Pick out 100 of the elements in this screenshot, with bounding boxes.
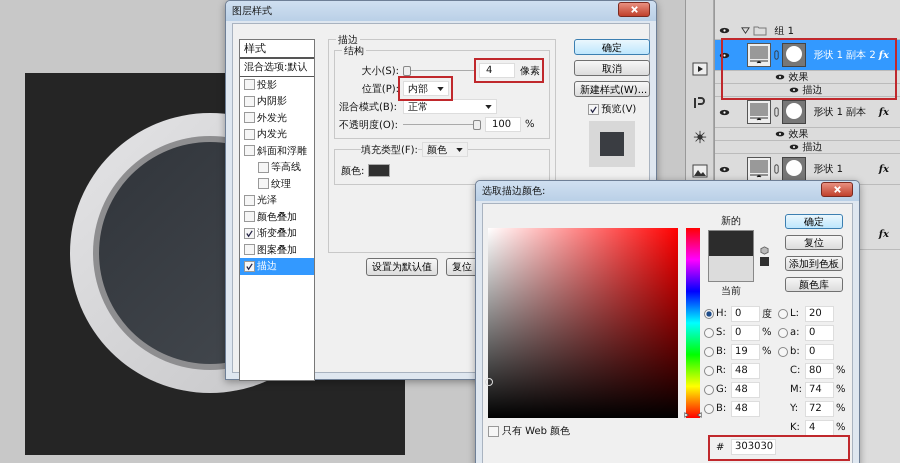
eye-icon[interactable] [719,27,730,34]
color-swatch[interactable] [760,257,769,266]
size-field[interactable]: 4 [479,63,515,78]
close-button[interactable] [821,182,853,196]
dialog-button[interactable]: 复位 [446,258,478,276]
value-field[interactable]: 0 [731,324,760,340]
checkbox[interactable] [244,79,255,90]
checkbox[interactable] [258,178,269,190]
value-field[interactable]: 0 [805,344,834,360]
dialog-button[interactable]: 颜色库 [785,277,843,292]
effects-badge[interactable]: fx [878,164,889,174]
eye-icon[interactable] [719,166,730,172]
eye-icon[interactable] [789,144,800,150]
close-button[interactable] [618,2,650,16]
checkbox[interactable] [244,194,255,206]
checkbox[interactable] [244,112,255,124]
value-field[interactable]: 72 [805,400,834,416]
effects-badge[interactable]: fx [878,106,889,118]
value-field[interactable]: 80 [805,362,834,378]
checkbox[interactable] [244,211,255,222]
style-item[interactable]: 投影 [240,76,314,93]
eye-icon[interactable] [775,74,786,80]
slider-thumb[interactable] [403,66,411,76]
checkbox[interactable] [244,128,255,140]
color-field[interactable] [488,228,678,418]
style-item[interactable]: 纹理 [240,176,314,192]
checkbox[interactable] [244,244,255,256]
group-name[interactable]: 组 1 [774,24,794,38]
field-label: 位置(P): [360,82,399,96]
style-item[interactable]: 样式 [240,40,314,59]
radio-button[interactable] [704,384,714,394]
checkbox[interactable] [244,96,255,107]
dialog-button[interactable]: 取消 [574,60,650,76]
style-item[interactable]: 混合选项:默认 [240,59,314,76]
value-field[interactable]: 19 [731,344,760,360]
value-field[interactable]: 0 [731,306,760,322]
sun-icon[interactable] [692,130,708,144]
radio-button[interactable] [704,366,714,376]
dialog-button[interactable]: 确定 [785,214,843,229]
radio-button[interactable] [704,308,714,318]
opacity-field[interactable]: 100 [485,117,521,132]
dialog-button[interactable]: 设置为默认值 [366,258,438,276]
dialog-button[interactable]: 复位 [785,235,843,250]
value-field[interactable]: 4 [805,420,834,436]
radio-button[interactable] [704,328,714,338]
field-label: R: [716,365,728,376]
checkbox[interactable] [588,104,599,114]
radio-button[interactable] [778,346,788,356]
link-icon[interactable] [774,50,780,60]
layer-row[interactable]: 形状 1 副本 fx [715,97,900,128]
radio-button[interactable] [778,328,788,338]
dialog-button[interactable]: 新建样式(W)... [574,81,650,97]
field-label: L: [790,308,800,319]
style-item[interactable]: 斜面和浮雕 [240,142,314,159]
dialog-button[interactable]: 确定 [574,39,650,55]
value-field[interactable]: 48 [731,382,760,398]
play-icon[interactable] [692,62,708,76]
style-item[interactable]: 光泽 [240,192,314,208]
image-icon[interactable] [692,164,708,178]
value-field[interactable]: 20 [805,306,834,322]
eye-icon[interactable] [789,87,800,93]
style-item[interactable]: 内发光 [240,126,314,142]
expand-triangle-icon[interactable] [741,26,750,35]
value-field[interactable]: 48 [731,362,760,378]
slider-thumb[interactable] [473,120,481,130]
style-item[interactable]: 渐变叠加 [240,225,314,242]
checkbox[interactable] [258,162,269,173]
eye-icon[interactable] [719,108,730,116]
style-item[interactable]: 等高线 [240,159,314,176]
link-icon[interactable] [774,107,780,117]
checkbox[interactable] [244,145,255,156]
style-item[interactable]: 外发光 [240,110,314,126]
checkbox[interactable] [244,260,255,272]
link-icon[interactable] [774,164,780,174]
eye-icon[interactable] [775,131,786,137]
fill-type-dropdown[interactable]: 颜色 [422,142,468,157]
value-field[interactable]: 48 [731,400,760,416]
style-item[interactable]: 内阴影 [240,93,314,110]
position-dropdown[interactable]: 内部 [403,81,449,96]
radio-button[interactable] [704,404,714,414]
radio-button[interactable] [778,308,788,318]
hue-slider[interactable] [684,228,702,418]
style-item[interactable]: 图案叠加 [240,242,314,258]
effects-badge[interactable]: fx [878,228,889,240]
value-field[interactable]: 74 [805,382,834,398]
style-item[interactable]: 颜色叠加 [240,208,314,225]
checkbox[interactable] [244,228,255,239]
caret-icon [485,104,492,108]
color-swatch[interactable] [368,164,390,177]
hex-field[interactable]: 303030 [731,439,776,455]
blend-mode-dropdown[interactable]: 正常 [403,99,497,114]
size-slider[interactable] [403,66,475,76]
value-field[interactable]: 0 [805,324,834,340]
radio-button[interactable] [704,346,714,356]
mask-thumbnail [782,157,806,181]
slider-thumb[interactable] [684,412,702,418]
cube-icon[interactable] [760,246,769,255]
eye-icon[interactable] [719,52,730,58]
checkbox[interactable] [488,426,499,436]
dialog-button[interactable]: 添加到色板 [785,256,843,271]
